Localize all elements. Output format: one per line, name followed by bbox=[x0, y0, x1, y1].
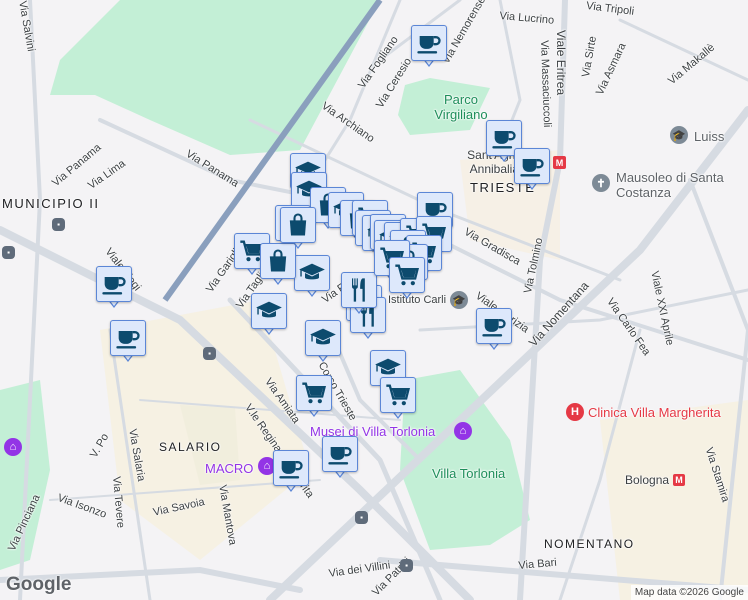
university-pin-icon[interactable]: 🎓 bbox=[670, 126, 688, 144]
street-label: Viale Eritrea bbox=[554, 30, 568, 96]
education-marker[interactable] bbox=[251, 293, 287, 337]
education-marker[interactable] bbox=[305, 320, 341, 364]
poi-label: MACRO bbox=[205, 461, 254, 476]
marker-body bbox=[273, 450, 309, 486]
tram-stop-icon[interactable]: ▪ bbox=[2, 246, 15, 259]
marker-body bbox=[476, 308, 512, 344]
tram-stop-icon[interactable]: ▪ bbox=[400, 559, 413, 572]
marker-body bbox=[411, 25, 447, 61]
church-pin-icon[interactable]: ✝ bbox=[592, 174, 610, 192]
tram-stop-icon[interactable]: ▪ bbox=[203, 347, 216, 360]
marker-body bbox=[296, 375, 332, 411]
restaurant-icon bbox=[345, 276, 373, 304]
grocery-marker[interactable] bbox=[380, 377, 416, 421]
grocery-icon bbox=[393, 261, 421, 289]
hospital-pin-icon[interactable]: H bbox=[566, 403, 584, 421]
tram-stop-icon[interactable]: ▪ bbox=[52, 218, 65, 231]
marker-body bbox=[341, 272, 377, 308]
marker-body bbox=[294, 255, 330, 291]
marker-body bbox=[322, 436, 358, 472]
metro-label: Bologna bbox=[625, 473, 670, 487]
metro-icon[interactable]: M bbox=[553, 156, 566, 169]
park-villa-ada bbox=[50, 0, 380, 155]
district-label: SALARIO bbox=[159, 440, 222, 454]
marker-body bbox=[514, 148, 550, 184]
district-label: MUNICIPIO II bbox=[2, 196, 100, 211]
marker-body bbox=[380, 377, 416, 413]
park-label: Villa Torlonia bbox=[432, 466, 506, 481]
cafe-icon bbox=[326, 440, 354, 468]
university-pin-icon[interactable]: 🎓 bbox=[450, 291, 468, 309]
cafe-icon bbox=[100, 270, 128, 298]
marker-body bbox=[110, 320, 146, 356]
metro-icon[interactable]: M bbox=[673, 474, 685, 486]
cafe-icon bbox=[480, 312, 508, 340]
cafe-marker[interactable] bbox=[96, 266, 132, 310]
shopping-icon bbox=[284, 211, 312, 239]
education-marker[interactable] bbox=[294, 255, 330, 299]
museum-pin-icon[interactable]: ⌂ bbox=[4, 438, 22, 456]
cafe-icon bbox=[114, 324, 142, 352]
grocery-marker[interactable] bbox=[296, 375, 332, 419]
cafe-marker[interactable] bbox=[273, 450, 309, 494]
education-icon bbox=[255, 297, 283, 325]
grocery-icon bbox=[384, 381, 412, 409]
marker-body bbox=[280, 207, 316, 243]
education-icon bbox=[309, 324, 337, 352]
marker-body bbox=[389, 257, 425, 293]
poi-label: Clinica Villa Margherita bbox=[588, 405, 721, 420]
cafe-icon bbox=[518, 152, 546, 180]
grocery-icon bbox=[300, 379, 328, 407]
marker-body bbox=[96, 266, 132, 302]
google-logo: Google bbox=[6, 574, 72, 595]
marker-body bbox=[305, 320, 341, 356]
cafe-marker[interactable] bbox=[322, 436, 358, 480]
marker-body bbox=[251, 293, 287, 329]
cafe-marker[interactable] bbox=[514, 148, 550, 192]
park-label: Parco Virgiliano bbox=[434, 92, 488, 122]
cafe-marker[interactable] bbox=[411, 25, 447, 69]
poi-label: Luiss bbox=[694, 129, 725, 144]
cafe-marker[interactable] bbox=[110, 320, 146, 364]
grocery-marker[interactable] bbox=[389, 257, 425, 301]
education-icon bbox=[298, 259, 326, 287]
museum-pin-icon[interactable]: ⌂ bbox=[454, 422, 472, 440]
district-label: NOMENTANO bbox=[544, 537, 635, 551]
shopping-icon bbox=[264, 247, 292, 275]
map-attribution[interactable]: Map data ©2026 Google bbox=[630, 585, 748, 600]
poi-label: Mausoleo di Santa Costanza bbox=[616, 170, 724, 200]
cafe-marker[interactable] bbox=[476, 308, 512, 352]
tram-stop-icon[interactable]: ▪ bbox=[355, 511, 368, 524]
restaurant-marker[interactable] bbox=[341, 272, 377, 316]
cafe-icon bbox=[415, 29, 443, 57]
shopping-marker[interactable] bbox=[280, 207, 316, 251]
cafe-icon bbox=[277, 454, 305, 482]
